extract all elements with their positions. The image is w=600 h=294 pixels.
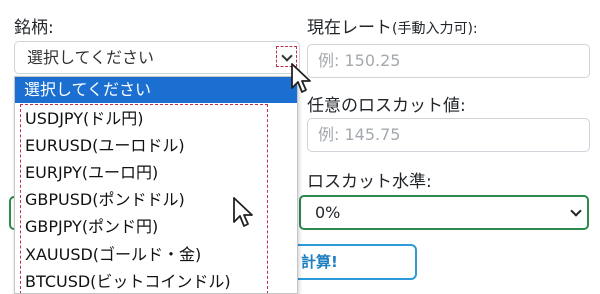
stop-loss-placeholder: 例: 145.75	[318, 125, 401, 144]
dropdown-option-eurjpy[interactable]: EURJPY(ユーロ円)	[25, 159, 158, 186]
dropdown-option-selected[interactable]: 選択してください	[15, 77, 297, 103]
stop-loss-value-label: 任意のロスカット値:	[307, 96, 466, 116]
stop-loss-level-select[interactable]: 0%	[299, 195, 589, 230]
dropdown-option-xauusd[interactable]: XAUUSD(ゴールド・金)	[25, 241, 201, 268]
dropdown-option-btcusd[interactable]: BTCUSD(ビットコインドル)	[25, 268, 231, 293]
current-rate-label: 現在レート(手動入力可):	[307, 13, 478, 38]
stop-loss-value-input[interactable]: 例: 145.75	[307, 118, 590, 152]
dropdown-option-gbpusd[interactable]: GBPUSD(ポンドドル)	[25, 186, 185, 213]
current-rate-placeholder: 例: 150.25	[318, 51, 401, 70]
mouse-cursor-icon	[233, 197, 253, 227]
symbol-dropdown-list[interactable]: 選択してください USDJPY(ドル円) EURUSD(ユーロドル) EURJP…	[14, 76, 298, 294]
stop-loss-level-label: ロスカット水準:	[307, 172, 432, 192]
symbol-select-value: 選択してください	[27, 48, 155, 67]
current-rate-label-note: (手動入力可):	[392, 21, 478, 37]
current-rate-input[interactable]: 例: 150.25	[307, 44, 590, 78]
dropdown-option-eurusd[interactable]: EURUSD(ユーロドル)	[25, 132, 185, 159]
symbol-label: 銘柄:	[14, 18, 54, 38]
dropdown-option-usdjpy[interactable]: USDJPY(ドル円)	[25, 105, 143, 132]
dropdown-option-gbpjpy[interactable]: GBPJPY(ポンド円)	[25, 213, 158, 240]
calculate-button-label: 計算!	[301, 253, 338, 271]
mouse-cursor-icon	[291, 63, 311, 93]
current-rate-label-text: 現在レート	[307, 18, 392, 38]
symbol-select[interactable]: 選択してください	[14, 41, 300, 74]
stop-loss-level-value: 0%	[315, 203, 341, 222]
